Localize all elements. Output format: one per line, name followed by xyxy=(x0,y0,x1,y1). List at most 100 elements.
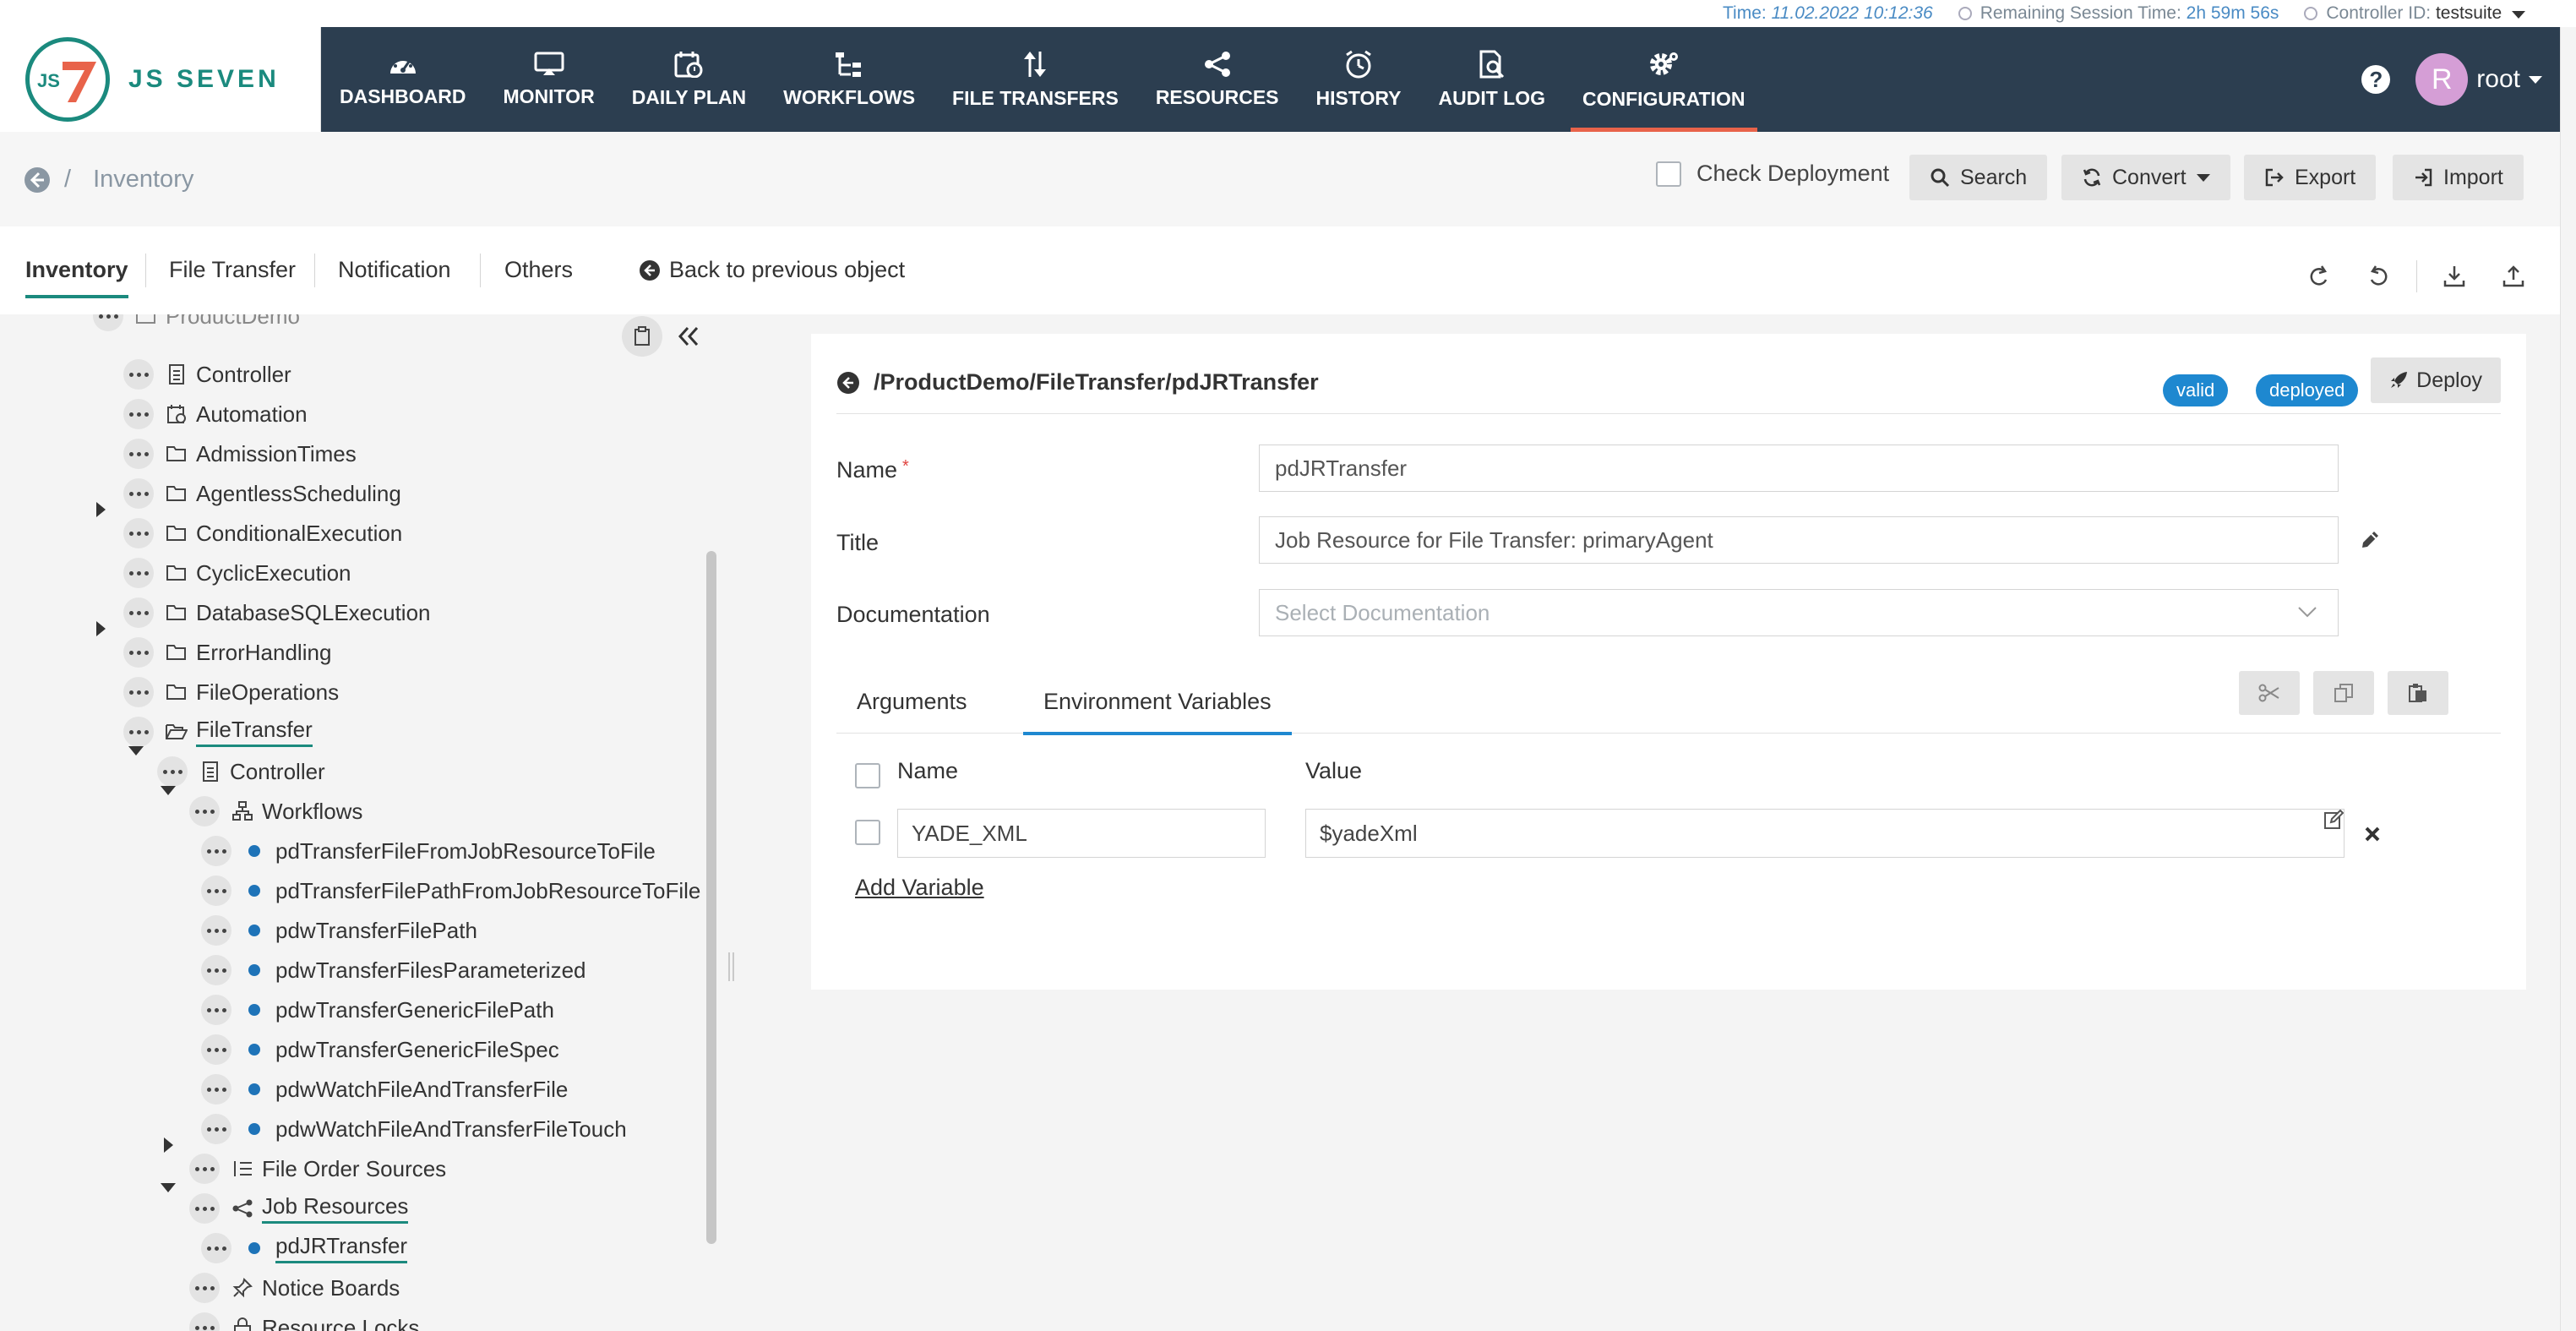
tree-item-menu[interactable] xyxy=(123,359,154,390)
tree-item-menu[interactable] xyxy=(189,1193,220,1224)
tree-item-menu[interactable] xyxy=(189,1273,220,1303)
tree-item-menu[interactable] xyxy=(201,915,231,946)
user-caret-icon[interactable] xyxy=(2529,75,2542,84)
variable-name-input[interactable]: YADE_XML xyxy=(897,809,1266,858)
collapse-caret-icon[interactable] xyxy=(161,786,176,795)
tab-notification[interactable]: Notification xyxy=(338,257,451,295)
paste-button[interactable] xyxy=(2388,671,2448,715)
tree-item-workflows[interactable]: Workflows xyxy=(189,793,362,830)
tree-item-menu[interactable] xyxy=(123,717,154,747)
tree-item-file-order-sources[interactable]: File Order Sources xyxy=(189,1150,446,1187)
help-icon[interactable]: ? xyxy=(2361,65,2391,94)
nav-daily-plan[interactable]: DAILY PLAN xyxy=(613,27,765,132)
tree-item-menu[interactable] xyxy=(201,1074,231,1105)
tree-item-pdjrtransfer[interactable]: pdJRTransfer xyxy=(201,1230,408,1267)
tree-item-menu[interactable] xyxy=(123,478,154,509)
tree-item-fileoperations[interactable]: FileOperations xyxy=(123,674,339,711)
logo-area[interactable]: JS JS SEVEN xyxy=(0,27,321,132)
tree-item-menu[interactable] xyxy=(201,836,231,866)
tree-item-menu[interactable] xyxy=(189,1154,220,1184)
tree-item-menu[interactable] xyxy=(123,558,154,588)
tree-item-menu[interactable] xyxy=(201,876,231,906)
tree-item-workflow[interactable]: pdTransferFilePathFromJobResourceToFile xyxy=(201,872,700,909)
tab-file-transfer[interactable]: File Transfer xyxy=(169,257,296,295)
tree-item-menu[interactable] xyxy=(123,637,154,668)
download-icon[interactable] xyxy=(2442,264,2467,289)
nav-audit-log[interactable]: AUDIT LOG xyxy=(1419,27,1564,132)
tree-item-workflow[interactable]: pdTransferFileFromJobResourceToFile xyxy=(201,832,656,870)
tab-inventory[interactable]: Inventory xyxy=(25,257,128,298)
tree-item-menu[interactable] xyxy=(123,439,154,469)
tree-item-admissiontimes[interactable]: AdmissionTimes xyxy=(123,435,357,472)
tree-item-menu[interactable] xyxy=(201,955,231,985)
remove-variable-icon[interactable] xyxy=(2364,826,2381,843)
collapse-caret-icon[interactable] xyxy=(161,1183,176,1192)
expand-caret-icon[interactable] xyxy=(96,502,106,517)
search-button[interactable]: Search xyxy=(1909,155,2048,200)
tab-others[interactable]: Others xyxy=(504,257,573,295)
tree-item-workflow[interactable]: pdwWatchFileAndTransferFile xyxy=(201,1071,568,1108)
tree-item-workflow[interactable]: pdwWatchFileAndTransferFileTouch xyxy=(201,1110,627,1148)
tree-scrollbar[interactable] xyxy=(706,551,716,1244)
panel-splitter[interactable] xyxy=(725,314,750,1331)
user-name[interactable]: root xyxy=(2476,65,2520,94)
tree-item-notice-boards[interactable]: Notice Boards xyxy=(189,1269,400,1306)
user-menu[interactable]: R root xyxy=(2415,53,2542,106)
controller-display[interactable]: Controller ID: testsuite xyxy=(2304,3,2525,24)
tree-item-conditionalexecution[interactable]: ConditionalExecution xyxy=(123,515,402,552)
tree-item-menu[interactable] xyxy=(157,756,188,787)
name-input[interactable]: pdJRTransfer xyxy=(1259,445,2339,492)
upload-icon[interactable] xyxy=(2501,264,2526,289)
tree-item-menu[interactable] xyxy=(201,1233,231,1263)
nav-resources[interactable]: RESOURCES xyxy=(1137,27,1298,132)
tree-item-workflow[interactable]: pdwTransferGenericFileSpec xyxy=(201,1031,559,1068)
tree-item-menu[interactable] xyxy=(93,314,123,331)
convert-button[interactable]: Convert xyxy=(2061,155,2230,200)
nav-history[interactable]: HISTORY xyxy=(1298,27,1420,132)
documentation-select[interactable]: Select Documentation xyxy=(1259,589,2339,636)
tree-item-menu[interactable] xyxy=(201,995,231,1025)
tree-item-controller[interactable]: Controller xyxy=(123,356,291,393)
check-deployment-label[interactable]: Check Deployment xyxy=(1696,161,1889,187)
tree-item-filetransfer-controller[interactable]: Controller xyxy=(157,753,325,790)
tree-item-menu[interactable] xyxy=(201,1114,231,1144)
export-button[interactable]: Export xyxy=(2244,155,2377,200)
back-to-previous-link[interactable]: Back to previous object xyxy=(639,257,905,283)
tree-item-resource-locks[interactable]: Resource Locks xyxy=(189,1309,419,1331)
tree-item-automation[interactable]: Automation xyxy=(123,395,308,433)
cut-button[interactable] xyxy=(2239,671,2300,715)
import-button[interactable]: Import xyxy=(2393,155,2524,200)
tree-item-errorhandling[interactable]: ErrorHandling xyxy=(123,634,331,671)
avatar[interactable]: R xyxy=(2415,53,2469,106)
nav-configuration[interactable]: CONFIGURATION xyxy=(1564,27,1764,132)
nav-workflows[interactable]: WORKFLOWS xyxy=(765,27,934,132)
nav-dashboard[interactable]: DASHBOARD xyxy=(321,27,485,132)
splitter-grip-icon[interactable] xyxy=(728,952,730,981)
tree-item-menu[interactable] xyxy=(123,597,154,628)
back-arrow-circle-icon[interactable] xyxy=(24,166,51,194)
edit-value-icon[interactable] xyxy=(2323,810,2344,830)
collapse-caret-icon[interactable] xyxy=(128,746,144,756)
tree-item-productdemo[interactable]: ProductDemo xyxy=(93,314,300,335)
controller-caret-icon[interactable] xyxy=(2512,11,2525,19)
tab-environment-variables[interactable]: Environment Variables xyxy=(1023,689,1292,735)
expand-caret-icon[interactable] xyxy=(164,1137,173,1153)
variable-value-input[interactable]: $yadeXml xyxy=(1305,809,2345,858)
tree-item-agentlessscheduling[interactable]: AgentlessScheduling xyxy=(123,475,401,512)
tree-item-workflow[interactable]: pdwTransferFilesParameterized xyxy=(201,952,586,989)
check-deployment-toggle[interactable]: Check Deployment xyxy=(1656,161,1889,187)
pencil-icon[interactable] xyxy=(2359,529,2381,551)
copy-button[interactable] xyxy=(2313,671,2374,715)
expand-caret-icon[interactable] xyxy=(96,621,106,636)
tree-item-cyclicexecution[interactable]: CyclicExecution xyxy=(123,554,351,592)
undo-icon[interactable] xyxy=(2306,264,2332,289)
collapse-panel-icon[interactable] xyxy=(676,325,701,348)
tab-arguments[interactable]: Arguments xyxy=(857,689,967,715)
tree-item-menu[interactable] xyxy=(123,399,154,429)
deploy-button[interactable]: Deploy xyxy=(2371,357,2501,403)
select-all-checkbox[interactable] xyxy=(855,763,880,788)
tree-item-menu[interactable] xyxy=(189,796,220,826)
controller-value[interactable]: testsuite xyxy=(2436,3,2502,23)
back-arrow-circle-icon[interactable] xyxy=(836,371,860,395)
redo-icon[interactable] xyxy=(2366,264,2391,289)
